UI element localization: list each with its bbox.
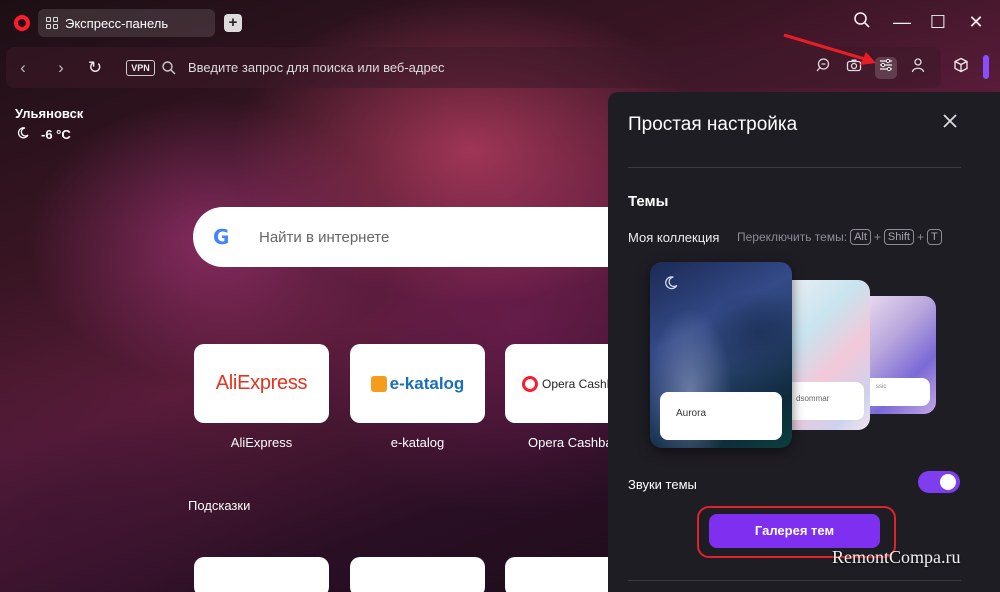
tab-title: Экспресс-панель: [65, 15, 169, 31]
switch-theme-hint: Переключить темы: Alt + Shift + T: [737, 229, 942, 245]
vpn-badge[interactable]: VPN: [126, 60, 155, 76]
opera-logo-icon: [522, 375, 538, 392]
maximize-icon[interactable]: ☐: [927, 11, 949, 33]
t-key: T: [926, 229, 942, 245]
aliexpress-logo: AliExpress: [215, 372, 308, 394]
web-search-placeholder: Найти в интернете: [259, 228, 390, 246]
sidebar-accent: [983, 55, 989, 79]
speed-dial-label: Opera Cashbac: [528, 435, 608, 450]
divider: [628, 167, 961, 168]
watermark: RemontCompa.ru: [832, 547, 961, 567]
hint-tile[interactable]: [505, 557, 608, 592]
easy-setup-title: Простая настройка: [628, 114, 798, 135]
google-icon: G: [213, 225, 230, 249]
alt-key: Alt: [850, 229, 871, 245]
toggle-knob: [940, 474, 956, 490]
speed-dial-tile-aliexpress[interactable]: AliExpress: [194, 344, 329, 423]
back-icon[interactable]: ‹: [13, 58, 33, 78]
weather-city: Ульяновск: [15, 106, 84, 121]
close-panel-icon[interactable]: [939, 112, 961, 134]
tab-speed-dial[interactable]: Экспресс-панель: [38, 9, 215, 37]
theme-card-aurora[interactable]: Aurora: [650, 262, 792, 448]
speed-dial-tile-ekatalog[interactable]: e-katalog: [350, 344, 485, 423]
theme-sounds-label: Звуки темы: [628, 477, 697, 492]
theme-name: dsommar: [782, 382, 864, 420]
opera-menu-icon[interactable]: [14, 15, 30, 31]
annotation-arrow: [783, 33, 876, 65]
speed-dial-label: e-katalog: [390, 435, 445, 450]
my-collection-label: Моя коллекция: [628, 230, 720, 245]
ekatalog-logo: e-katalog: [370, 374, 464, 394]
address-input[interactable]: Введите запрос для поиска или веб-адрес: [188, 60, 444, 75]
shift-key: Shift: [883, 229, 914, 245]
theme-name: ssic: [860, 378, 930, 406]
divider: [628, 580, 961, 581]
new-tab-button[interactable]: +: [224, 14, 242, 32]
hint-tile[interactable]: [350, 557, 485, 592]
theme-sounds-toggle[interactable]: [918, 471, 960, 493]
theme-gallery-button[interactable]: Галерея тем: [709, 514, 880, 548]
forward-icon[interactable]: ›: [51, 58, 71, 78]
cart-icon: [370, 375, 387, 392]
speed-dial-grid-icon: [46, 17, 58, 29]
hints-heading: Подсказки: [188, 498, 251, 513]
extensions-icon[interactable]: [950, 57, 972, 79]
theme-name: Aurora: [660, 392, 782, 440]
hint-tile[interactable]: [194, 557, 329, 592]
dark-mode-moon-icon: [664, 276, 678, 293]
close-window-icon[interactable]: ✕: [965, 11, 987, 33]
weather-temperature: -6 °C: [41, 127, 71, 142]
address-search-icon: [161, 60, 177, 76]
profile-icon[interactable]: [907, 57, 929, 79]
themes-heading: Темы: [628, 193, 669, 210]
weather-row: -6 °C: [17, 127, 71, 142]
minimize-icon[interactable]: —: [891, 11, 913, 33]
speed-dial-label: AliExpress: [230, 435, 293, 450]
moon-icon: [17, 127, 29, 142]
reload-icon[interactable]: ↻: [85, 58, 105, 78]
web-search-box[interactable]: G Найти в интернете: [193, 207, 653, 267]
